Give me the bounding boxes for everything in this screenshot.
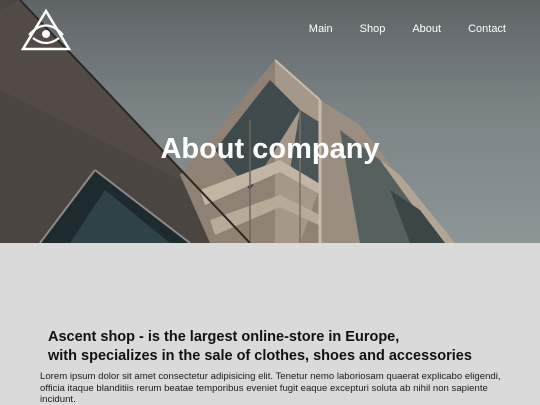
headline-line-1: Ascent shop - is the largest online-stor…: [48, 329, 400, 345]
hero-banner: Main Shop About Contact About company: [0, 0, 540, 243]
section-body-text: Lorem ipsum dolor sit amet consectetur a…: [40, 371, 501, 405]
main-nav: Main Shop About Contact: [309, 23, 506, 35]
nav-item-main[interactable]: Main: [309, 23, 333, 35]
headline-line-2: with specializes in the sale of clothes,…: [48, 348, 472, 364]
section-headline: Ascent shop - is the largest online-stor…: [48, 328, 518, 366]
nav-item-shop[interactable]: Shop: [360, 23, 386, 35]
about-section: Ascent shop - is the largest online-stor…: [0, 243, 540, 405]
nav-item-about[interactable]: About: [412, 23, 441, 35]
triangle-eye-logo[interactable]: [20, 8, 72, 52]
building-photo: [0, 0, 455, 243]
nav-item-contact[interactable]: Contact: [468, 23, 506, 35]
page-title: About company: [160, 133, 380, 165]
